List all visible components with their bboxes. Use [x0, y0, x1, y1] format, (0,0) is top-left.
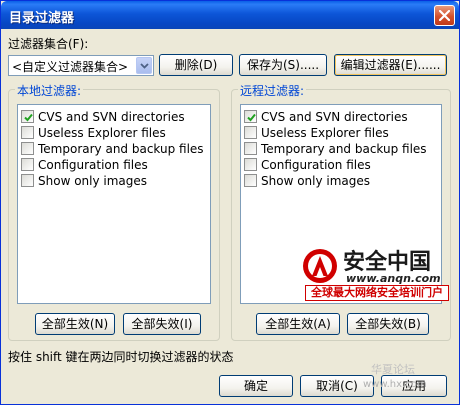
local-enable-all-button[interactable]: 全部生效(N)	[35, 313, 115, 335]
delete-button[interactable]: 删除(D)	[159, 54, 233, 76]
faint-watermark-url: www.hx.com	[363, 379, 427, 390]
item-label: Show only images	[38, 174, 148, 188]
watermark-url: www.anqn.com	[346, 272, 441, 285]
checkbox[interactable]	[244, 142, 257, 155]
local-filters-title: 本地过滤器:	[15, 82, 84, 99]
checkbox[interactable]	[21, 174, 34, 187]
title-bar: 目录过滤器	[1, 1, 459, 29]
chevron-down-icon	[140, 63, 149, 69]
local-filters-list[interactable]: CVS and SVN directories Useless Explorer…	[17, 104, 211, 304]
checkmark-icon	[24, 113, 33, 122]
filter-set-value: <自定义过滤器集合>	[12, 60, 129, 74]
checkbox[interactable]	[244, 126, 257, 139]
item-label: Configuration files	[38, 158, 148, 172]
item-label: Useless Explorer files	[261, 126, 389, 140]
remote-disable-all-button[interactable]: 全部失效(B)	[347, 313, 429, 335]
close-button[interactable]	[434, 5, 455, 26]
edit-filters-button[interactable]: 编辑过滤器(E)......	[334, 54, 447, 76]
checkbox[interactable]	[244, 158, 257, 171]
ok-button[interactable]: 确定	[219, 375, 293, 397]
item-label: Temporary and backup files	[38, 142, 204, 156]
checkmark-icon	[247, 113, 256, 122]
remote-filters-group: 远程过滤器: CVS and SVN directories Useless E…	[231, 82, 451, 341]
item-label: Show only images	[261, 174, 371, 188]
checkbox[interactable]	[21, 110, 34, 123]
filter-set-label: 过滤器集合(F):	[8, 37, 89, 51]
checkbox[interactable]	[21, 158, 34, 171]
watermark-slogan: 全球最大网络安全培训门户	[305, 285, 449, 301]
save-as-button[interactable]: 保存为(S).....	[239, 54, 327, 76]
checkbox[interactable]	[244, 110, 257, 123]
anqn-logo-icon	[303, 249, 337, 283]
checkbox[interactable]	[244, 174, 257, 187]
filter-dialog: 目录过滤器 过滤器集合(F): <自定义过滤器集合> 删除(D) 保存为(S).…	[0, 0, 460, 405]
watermark: 安全中国 www.anqn.com 全球最大网络安全培训门户	[301, 244, 451, 301]
window-title: 目录过滤器	[9, 11, 75, 26]
close-icon	[439, 10, 450, 21]
local-filters-group: 本地过滤器: CVS and SVN directories Useless E…	[8, 82, 220, 341]
item-label: Useless Explorer files	[38, 126, 166, 140]
remote-filters-title: 远程过滤器:	[238, 82, 307, 99]
item-label: CVS and SVN directories	[38, 110, 185, 124]
checkbox[interactable]	[21, 142, 34, 155]
remote-enable-all-button[interactable]: 全部生效(A)	[256, 313, 340, 335]
shift-hint: 按住 shift 键在两边同时切换过滤器的状态	[8, 350, 234, 364]
item-label: CVS and SVN directories	[261, 110, 408, 124]
item-label: Configuration files	[261, 158, 371, 172]
local-disable-all-button[interactable]: 全部失效(I)	[123, 313, 201, 335]
dropdown-button[interactable]	[136, 57, 152, 74]
checkbox[interactable]	[21, 126, 34, 139]
item-label: Temporary and backup files	[261, 142, 427, 156]
filter-set-select[interactable]: <自定义过滤器集合>	[8, 55, 154, 76]
